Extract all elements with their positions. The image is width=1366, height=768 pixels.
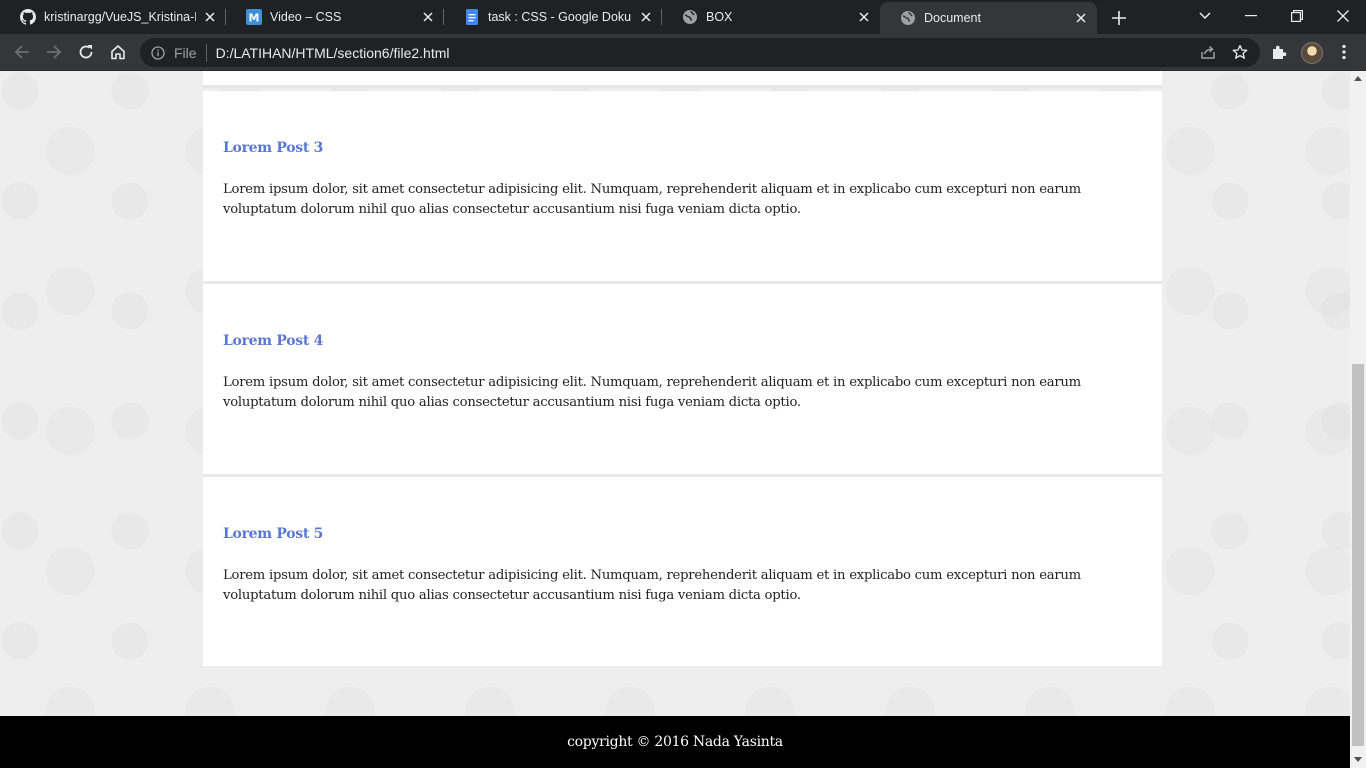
post-body: Lorem ipsum dolor, sit amet consectetur … — [223, 375, 1081, 410]
copyright-text: copyright © 2016 Nada Yasinta — [567, 734, 783, 750]
tab-box[interactable]: BOX — [662, 0, 880, 34]
svg-text:M: M — [249, 12, 260, 25]
close-tab-icon[interactable] — [638, 9, 654, 25]
page-viewport: Lorem Post 3 Lorem ipsum dolor, sit amet… — [0, 71, 1350, 768]
google-docs-icon — [464, 9, 480, 25]
close-icon — [1337, 10, 1349, 22]
post-card: Lorem Post 3 Lorem ipsum dolor, sit amet… — [203, 91, 1162, 284]
post-title: Lorem Post 4 — [223, 333, 324, 349]
scroll-up-arrow-icon[interactable] — [1354, 76, 1362, 81]
post-body: Lorem ipsum dolor, sit amet consectetur … — [223, 182, 1081, 217]
minimize-button[interactable] — [1228, 0, 1274, 32]
globe-icon — [900, 10, 916, 26]
url-text[interactable]: D:/LATIHAN/HTML/section6/file2.html — [216, 45, 450, 61]
close-tab-icon[interactable] — [420, 9, 436, 25]
close-window-button[interactable] — [1320, 0, 1366, 32]
kebab-menu-icon — [1342, 44, 1346, 60]
menu-button[interactable] — [1333, 41, 1355, 63]
restore-button[interactable] — [1274, 0, 1320, 32]
tab-title: task : CSS - Google Dokumen — [488, 10, 632, 24]
restore-icon — [1291, 10, 1303, 22]
tab-title: kristinargg/VueJS_Kristina-Ra — [44, 10, 196, 24]
post-card: Lorem Post 4 Lorem ipsum dolor, sit amet… — [203, 284, 1162, 477]
bookmark-star-icon[interactable] — [1230, 42, 1250, 62]
post-title: Lorem Post 3 — [223, 140, 324, 156]
scheme-label: File — [174, 44, 197, 61]
tab-search-button[interactable] — [1182, 0, 1228, 32]
scroll-down-arrow-icon[interactable] — [1354, 757, 1362, 762]
scroll-thumb[interactable] — [1352, 364, 1364, 746]
close-tab-icon[interactable] — [1073, 10, 1089, 26]
post-card: Lorem Post 5 Lorem ipsum dolor, sit amet… — [203, 477, 1162, 666]
browser-toolbar: File D:/LATIHAN/HTML/section6/file2.html — [0, 34, 1366, 71]
globe-icon — [682, 9, 698, 25]
page-footer: copyright © 2016 Nada Yasinta — [0, 716, 1350, 768]
github-icon — [20, 9, 36, 25]
vertical-scrollbar[interactable] — [1350, 71, 1366, 768]
extensions-button[interactable] — [1268, 41, 1290, 63]
close-tab-icon[interactable] — [856, 9, 872, 25]
close-tab-icon[interactable] — [202, 9, 218, 25]
arrow-right-icon — [47, 45, 62, 59]
tab-title: Document — [924, 11, 981, 25]
tab-github[interactable]: kristinargg/VueJS_Kristina-Ra — [0, 0, 226, 34]
tab-video-css[interactable]: M Video – CSS — [226, 0, 444, 34]
arrow-left-icon — [14, 45, 29, 59]
chevron-down-icon — [1199, 12, 1211, 20]
puzzle-icon — [1273, 45, 1287, 59]
reload-button[interactable] — [75, 41, 97, 63]
tab-document[interactable]: Document — [880, 2, 1097, 34]
tab-title: BOX — [706, 10, 733, 24]
share-icon[interactable] — [1198, 42, 1218, 62]
post-title: Lorem Post 5 — [223, 526, 324, 542]
home-icon — [111, 45, 125, 60]
tab-title: Video – CSS — [270, 10, 342, 24]
post-body: Lorem ipsum dolor, sit amet consectetur … — [223, 568, 1081, 603]
home-button[interactable] — [107, 41, 129, 63]
info-icon[interactable] — [150, 45, 166, 61]
post-card-partial — [203, 71, 1162, 88]
new-tab-button[interactable] — [1108, 7, 1130, 29]
tab-google-docs[interactable]: task : CSS - Google Dokumen — [444, 0, 662, 34]
moodle-icon: M — [246, 9, 262, 25]
address-bar[interactable]: File D:/LATIHAN/HTML/section6/file2.html — [140, 38, 1260, 67]
reload-icon — [79, 45, 93, 59]
plus-icon — [1112, 11, 1126, 25]
profile-avatar[interactable] — [1301, 42, 1323, 64]
forward-button[interactable] — [43, 41, 65, 63]
minimize-icon — [1245, 15, 1257, 17]
back-button[interactable] — [11, 41, 33, 63]
tab-strip: kristinargg/VueJS_Kristina-Ra M Video – … — [0, 0, 1366, 34]
